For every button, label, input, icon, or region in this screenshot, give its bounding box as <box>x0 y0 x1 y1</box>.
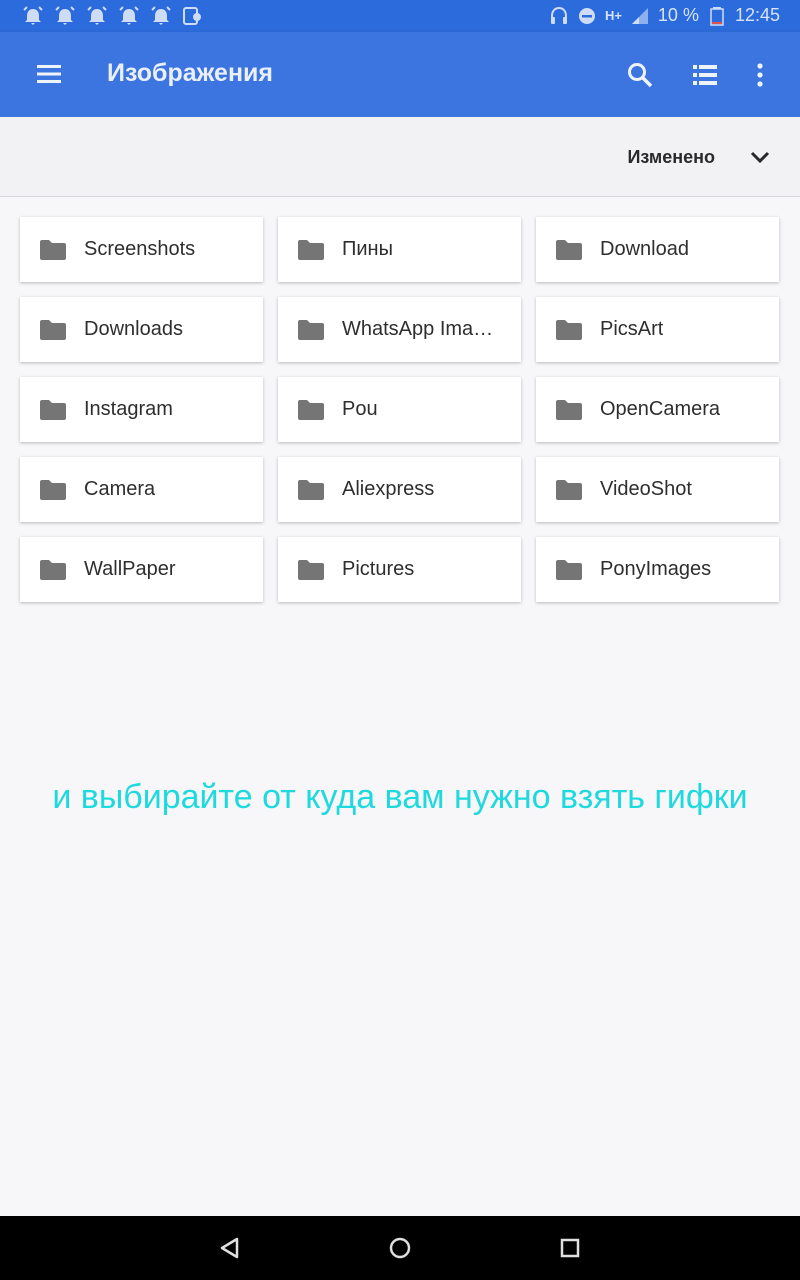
folder-icon <box>40 479 66 500</box>
folder-icon <box>40 399 66 420</box>
alarm-icon <box>119 6 139 25</box>
folder-name: Pou <box>342 398 378 420</box>
folder-item[interactable]: VideoShot <box>536 457 779 522</box>
folder-icon <box>298 559 324 580</box>
home-icon[interactable] <box>386 1234 414 1262</box>
folder-name: Aliexpress <box>342 478 435 500</box>
sort-label: Изменено <box>627 147 715 167</box>
folder-name: PicsArt <box>600 318 664 340</box>
folder-item[interactable]: Pou <box>278 377 521 442</box>
alarm-icon <box>23 6 43 25</box>
folder-name: Download <box>600 238 689 260</box>
folder-icon <box>40 559 66 580</box>
overlay-caption: и выбирайте от куда вам нужно взять гифк… <box>52 778 748 816</box>
folder-icon <box>298 319 324 340</box>
battery-icon <box>710 6 724 26</box>
folder-item[interactable]: Пины <box>278 217 521 282</box>
recents-icon[interactable] <box>556 1234 584 1262</box>
menu-icon[interactable] <box>35 62 63 86</box>
folder-name: Downloads <box>84 318 183 340</box>
signal-icon <box>631 7 648 24</box>
folder-name: PonyImages <box>600 558 712 580</box>
page-title: Изображения <box>107 59 274 87</box>
alarm-icon <box>87 6 107 25</box>
folder-name: WhatsApp Ima… <box>342 318 494 340</box>
sort-bar: Изменено <box>0 117 800 197</box>
folder-icon <box>556 479 582 500</box>
folder-icon <box>298 399 324 420</box>
folder-item[interactable]: Download <box>536 217 779 282</box>
folder-item[interactable]: Downloads <box>20 297 263 362</box>
folder-name: Camera <box>84 478 156 500</box>
search-icon[interactable] <box>626 61 654 89</box>
app-notification-icon <box>183 7 201 25</box>
app-bar: Изображения <box>0 32 800 117</box>
folder-item[interactable]: PonyImages <box>536 537 779 602</box>
folder-name: Pictures <box>342 558 415 580</box>
system-icons: H+ 10 % 12:45 <box>549 5 780 26</box>
folder-item[interactable]: OpenCamera <box>536 377 779 442</box>
folder-item[interactable]: Instagram <box>20 377 263 442</box>
folder-item[interactable]: Screenshots <box>20 217 263 282</box>
navigation-bar <box>0 1216 800 1280</box>
folder-icon <box>298 479 324 500</box>
folder-grid: Screenshots Пины Download Downloads What… <box>20 217 780 602</box>
list-view-icon[interactable] <box>692 63 718 87</box>
do-not-disturb-icon <box>578 7 595 24</box>
folder-item[interactable]: Aliexpress <box>278 457 521 522</box>
more-vert-icon[interactable] <box>748 61 772 89</box>
folder-item[interactable]: Camera <box>20 457 263 522</box>
notification-icons <box>22 6 202 26</box>
folder-icon <box>40 319 66 340</box>
battery-percent: 10 % <box>657 5 699 25</box>
headphones-icon <box>550 6 567 24</box>
status-bar: H+ 10 % 12:45 <box>0 0 800 32</box>
folder-name: Instagram <box>84 398 173 420</box>
folder-icon <box>298 239 324 260</box>
folder-item[interactable]: PicsArt <box>536 297 779 362</box>
folder-item[interactable]: WallPaper <box>20 537 263 602</box>
folder-name: OpenCamera <box>600 398 721 420</box>
folder-name: Screenshots <box>84 238 196 260</box>
folder-name: WallPaper <box>84 558 176 580</box>
folder-icon <box>556 239 582 260</box>
folder-name: Пины <box>342 238 393 260</box>
chevron-down-icon[interactable] <box>749 146 771 168</box>
folder-icon <box>556 559 582 580</box>
network-type: H+ <box>604 8 622 23</box>
alarm-icon <box>55 6 75 25</box>
alarm-icon <box>151 6 171 25</box>
folder-icon <box>556 399 582 420</box>
folder-icon <box>40 239 66 260</box>
folder-item[interactable]: Pictures <box>278 537 521 602</box>
clock: 12:45 <box>734 5 780 25</box>
back-icon[interactable] <box>216 1234 244 1262</box>
folder-name: VideoShot <box>600 478 692 500</box>
folder-icon <box>556 319 582 340</box>
folder-item[interactable]: WhatsApp Ima… <box>278 297 521 362</box>
